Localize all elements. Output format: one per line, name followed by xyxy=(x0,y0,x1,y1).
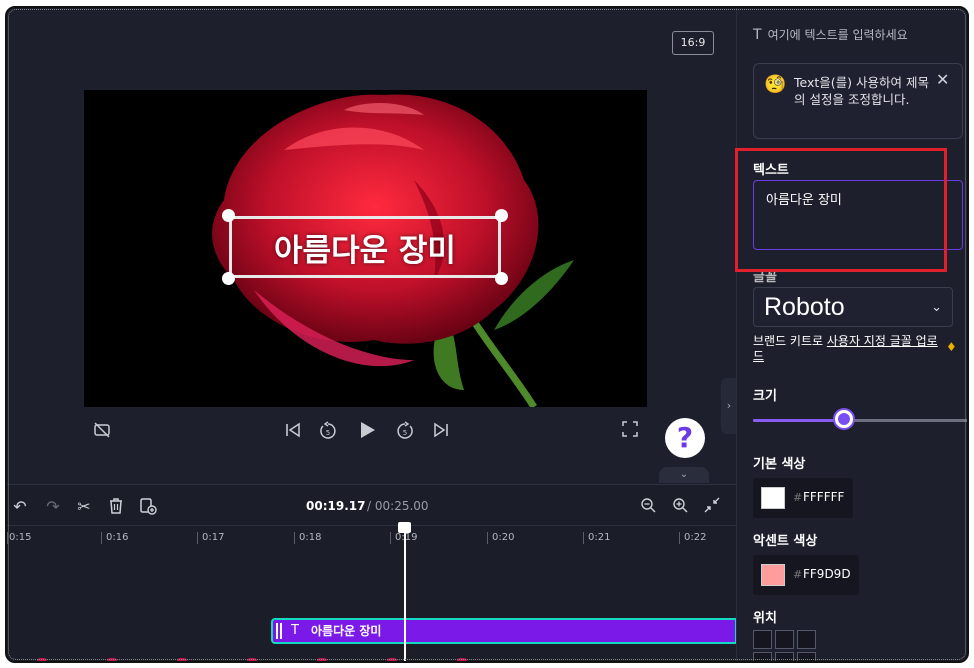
chevron-down-icon: ⌄ xyxy=(931,299,942,314)
redo-icon[interactable]: ↷ xyxy=(42,497,64,516)
accent-color-label: 악센트 색상 xyxy=(753,534,818,549)
fit-timeline-icon[interactable] xyxy=(701,497,723,517)
panel-header: T 여기에 텍스트를 입력하세요 xyxy=(753,27,908,43)
text-section-label: 텍스트 xyxy=(753,163,789,178)
text-input[interactable]: 아름다운 장미 xyxy=(753,180,963,250)
base-color-label: 기본 색상 xyxy=(753,457,806,472)
resize-handle-bottom-right[interactable] xyxy=(495,272,508,285)
video-canvas[interactable]: 아름다운 장미 xyxy=(84,90,647,407)
timeline-ruler[interactable]: 0:15 0:16 0:17 0:18 0:19 0:20 0:21 0:22 xyxy=(7,525,736,551)
video-thumbnail xyxy=(387,658,397,661)
hide-video-icon[interactable] xyxy=(91,421,113,443)
tick-label: 0:17 xyxy=(202,532,225,543)
hash-symbol: # xyxy=(793,491,803,504)
font-select[interactable]: Roboto ⌄ xyxy=(753,287,953,327)
position-label: 위치 xyxy=(753,611,777,626)
duplicate-icon[interactable] xyxy=(137,497,159,519)
resize-handle-bottom-left[interactable] xyxy=(222,272,235,285)
zoom-out-icon[interactable] xyxy=(637,497,659,517)
base-color-swatch[interactable] xyxy=(761,487,785,509)
help-button[interactable]: ? xyxy=(665,418,705,458)
close-icon[interactable]: ✕ xyxy=(936,70,949,89)
text-clip[interactable]: T 아름다운 장미 xyxy=(271,618,737,644)
current-time: 00:19.17 xyxy=(306,499,366,513)
base-color-hex[interactable]: FFFFFF xyxy=(803,490,844,504)
video-thumbnail xyxy=(317,658,327,661)
size-slider[interactable] xyxy=(753,419,967,422)
accent-color-hex[interactable]: FF9D9D xyxy=(803,567,851,581)
skip-forward-icon[interactable] xyxy=(430,421,452,443)
tick-label: 0:21 xyxy=(588,532,611,543)
hash-symbol: # xyxy=(793,568,803,581)
position-top-center[interactable] xyxy=(775,630,794,649)
font-section-label: 글꼴 xyxy=(753,270,777,285)
resize-handle-top-left[interactable] xyxy=(222,209,235,222)
brand-kit-text: 브랜드 키트로 사용자 지정 글꼴 업로드 xyxy=(753,334,938,363)
aspect-ratio-button[interactable]: 16:9 xyxy=(672,31,714,55)
premium-icon: ♦ xyxy=(946,340,957,354)
text-type-icon: T xyxy=(291,623,299,638)
tick-label: 0:22 xyxy=(684,532,707,543)
accent-color-swatch[interactable] xyxy=(761,564,785,586)
video-thumbnail xyxy=(37,658,47,661)
trash-icon[interactable] xyxy=(105,497,127,519)
rewind-5-icon[interactable]: 5 xyxy=(317,421,339,443)
size-section-label: 크기 xyxy=(753,389,777,404)
hint-card: 🧐 Text을(를) 사용하여 제목의 설정을 조정합니다. ✕ xyxy=(753,63,963,139)
video-track[interactable] xyxy=(7,653,736,661)
tick-label: 0:19 xyxy=(395,532,418,543)
position-top-left[interactable] xyxy=(753,630,772,649)
position-middle-center[interactable] xyxy=(775,652,794,661)
emoji-icon: 🧐 xyxy=(764,74,787,95)
video-thumbnail xyxy=(247,658,257,661)
text-icon: T xyxy=(753,27,762,43)
scissors-icon[interactable]: ✂ xyxy=(73,497,95,516)
chevron-down-icon[interactable]: ⌄ xyxy=(659,467,709,483)
fullscreen-icon[interactable] xyxy=(619,421,641,443)
tick-label: 0:16 xyxy=(106,532,129,543)
properties-panel: T 여기에 텍스트를 입력하세요 🧐 Text을(를) 사용하여 제목의 설정을 … xyxy=(736,8,967,661)
tick-label: 0:18 xyxy=(299,532,322,543)
video-thumbnail xyxy=(177,658,187,661)
skip-back-icon[interactable] xyxy=(282,421,304,443)
tick-label: 0:20 xyxy=(492,532,515,543)
position-top-right[interactable] xyxy=(797,630,816,649)
app-window: 16:9 아름다운 장미 5 5 ? ⌄ ↶ ↷ ✂ 00:19.17 / 00… xyxy=(5,6,969,663)
video-thumbnail xyxy=(107,658,117,661)
svg-text:5: 5 xyxy=(403,429,407,437)
tick-label: 0:15 xyxy=(9,532,32,543)
undo-icon[interactable]: ↶ xyxy=(9,497,31,516)
title-overlay-text: 아름다운 장미 xyxy=(274,232,456,269)
text-clip-label: 아름다운 장미 xyxy=(311,624,382,638)
resize-handle-top-right[interactable] xyxy=(495,209,508,222)
forward-5-icon[interactable]: 5 xyxy=(394,421,416,443)
position-middle-left[interactable] xyxy=(753,652,772,661)
playhead-handle[interactable] xyxy=(398,522,411,533)
size-slider-fill xyxy=(753,419,848,422)
svg-text:5: 5 xyxy=(326,429,330,437)
clip-trim-handle[interactable] xyxy=(276,623,282,639)
total-time: / 00:25.00 xyxy=(367,499,429,513)
video-thumbnail xyxy=(457,658,467,661)
play-icon[interactable] xyxy=(356,419,378,441)
accent-color-picker[interactable]: # FF9D9D xyxy=(753,555,859,595)
base-color-picker[interactable]: # FFFFFF xyxy=(753,478,853,518)
playhead[interactable] xyxy=(404,525,406,661)
hint-text: Text을(를) 사용하여 제목의 설정을 조정합니다. xyxy=(794,75,929,107)
title-overlay[interactable]: 아름다운 장미 xyxy=(229,216,501,278)
chevron-right-icon[interactable]: › xyxy=(721,378,737,434)
position-middle-right[interactable] xyxy=(797,652,816,661)
zoom-in-icon[interactable] xyxy=(669,497,691,517)
size-slider-thumb[interactable] xyxy=(835,410,853,428)
